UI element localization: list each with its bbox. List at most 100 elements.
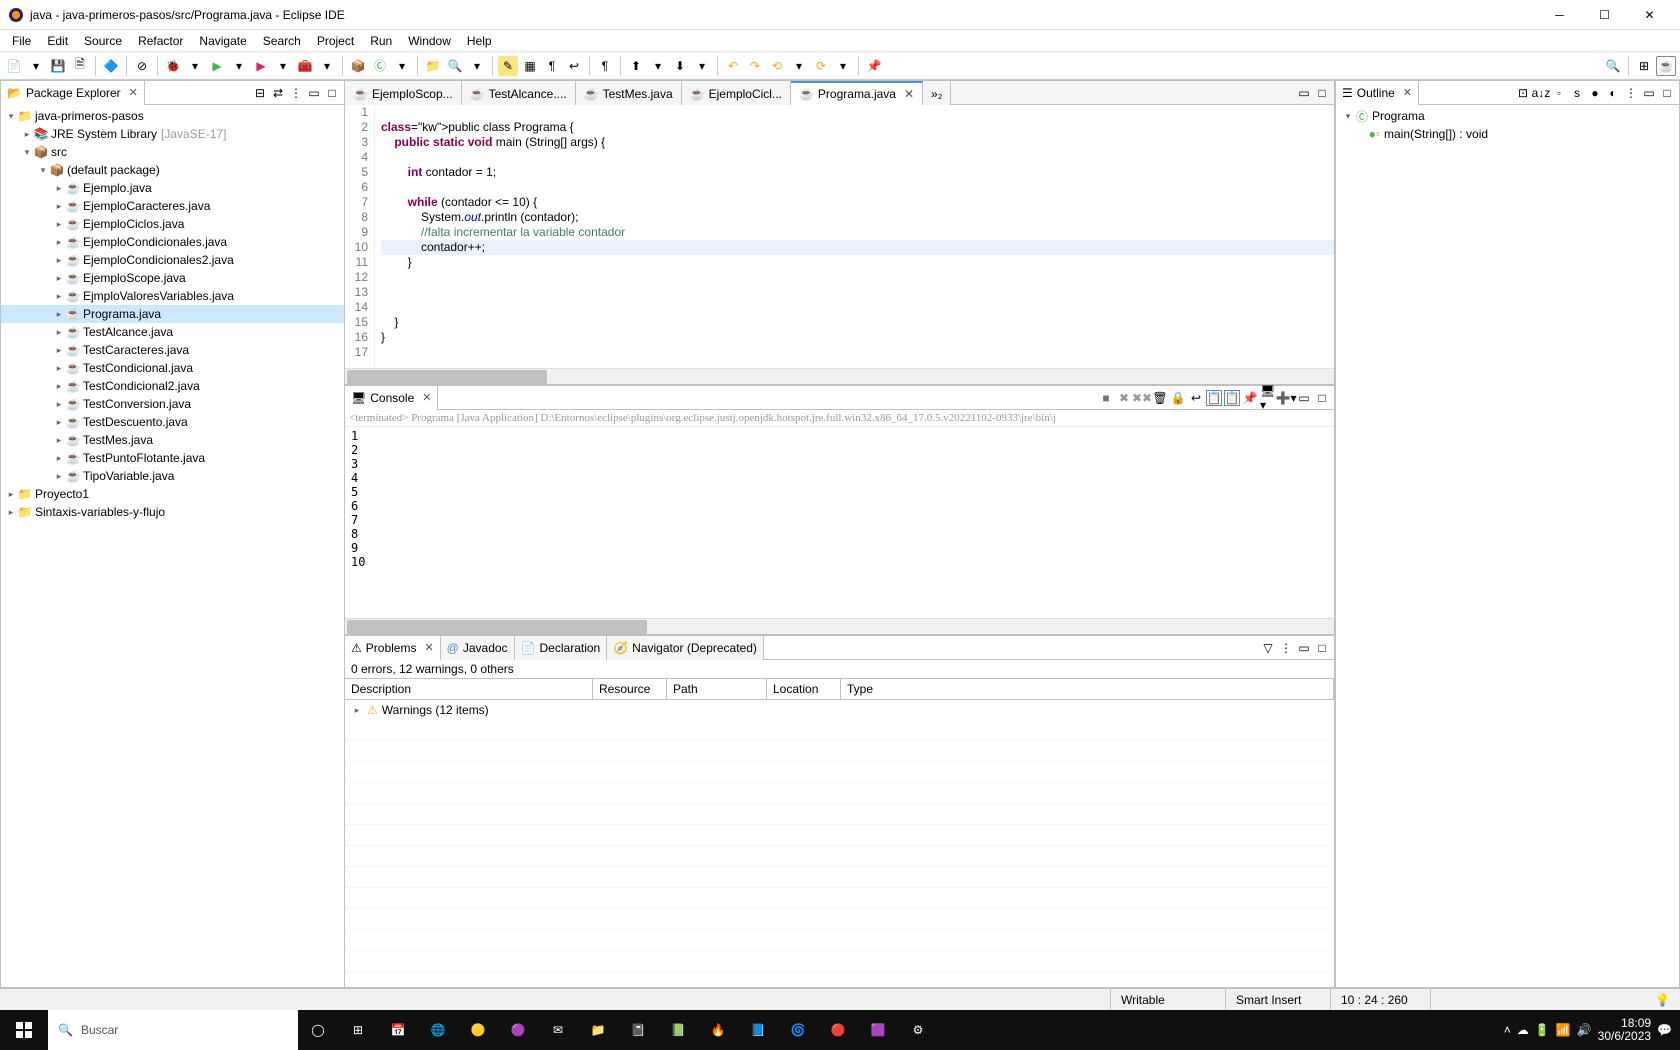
sort-button[interactable]: a↓z — [1533, 85, 1549, 101]
minimize-view-button[interactable]: ▭ — [1296, 640, 1312, 656]
twister-icon[interactable]: ▸ — [5, 489, 17, 500]
col-path[interactable]: Path — [667, 679, 767, 699]
menu-project[interactable]: Project — [309, 32, 362, 50]
editor-tab[interactable]: ☕EjemploScop... — [345, 81, 462, 105]
package-node[interactable]: ▾📦(default package) — [1, 161, 344, 179]
clear-console-button[interactable]: 🗑 — [1152, 390, 1168, 406]
twister-icon[interactable]: ▸ — [53, 417, 65, 428]
project-node[interactable]: ▸📁Sintaxis-variables-y-flujo — [1, 503, 344, 521]
package-explorer-tab[interactable]: 📂 Package Explorer ✕ — [1, 81, 145, 105]
app-icon[interactable]: 🟣 — [498, 1010, 538, 1050]
view-menu-button[interactable]: ⋮ — [1278, 640, 1294, 656]
col-resource[interactable]: Resource — [593, 679, 667, 699]
java-file-node[interactable]: ▸☕Programa.java — [1, 305, 344, 323]
hide-static-button[interactable]: s — [1569, 85, 1585, 101]
toggle-block-button[interactable]: ▦ — [520, 56, 540, 76]
maximize-view-button[interactable]: □ — [324, 85, 340, 101]
editor-scrollbar-h[interactable] — [345, 368, 1334, 384]
system-tray[interactable]: ˄ ☁ 🔋 📶 🔊 18:09 30/6/2023 💬 — [1496, 1017, 1680, 1043]
editor-tab[interactable]: ☕Programa.java✕ — [791, 81, 923, 105]
dropdown-icon[interactable]: ▾ — [185, 56, 205, 76]
display-selected-console-button[interactable]: 🖥▾ — [1260, 390, 1276, 406]
tray-battery-icon[interactable]: 🔋 — [1535, 1023, 1550, 1037]
calendar-icon[interactable]: 📅 — [378, 1010, 418, 1050]
save-all-button[interactable]: 🗎 — [70, 56, 90, 76]
minimize-view-button[interactable]: ▭ — [1296, 85, 1312, 101]
dropdown-icon[interactable]: ▾ — [789, 56, 809, 76]
javadoc-tab[interactable]: @ Javadoc — [441, 636, 515, 660]
last-edit-button[interactable]: ⟲ — [767, 56, 787, 76]
twister-icon[interactable]: ▸ — [53, 453, 65, 464]
run-button[interactable]: ▶ — [207, 56, 227, 76]
java-file-node[interactable]: ▸☕TestAlcance.java — [1, 323, 344, 341]
editor-tab[interactable]: ☕TestAlcance.... — [462, 81, 576, 105]
link-editor-button[interactable]: ⇄ — [270, 85, 286, 101]
tray-notifications-icon[interactable]: 💬 — [1657, 1023, 1672, 1037]
editor-tab[interactable]: ☕EjemploCicl... — [682, 81, 791, 105]
terminate-button[interactable]: ■ — [1098, 390, 1114, 406]
open-console-button[interactable]: ➕▾ — [1278, 390, 1294, 406]
dropdown-icon[interactable]: ▾ — [392, 56, 412, 76]
editor-tab[interactable]: ☕TestMes.java — [576, 81, 682, 105]
nav-forward-button[interactable]: ⟳ — [811, 56, 831, 76]
maximize-view-button[interactable]: □ — [1314, 390, 1330, 406]
menu-file[interactable]: File — [4, 32, 39, 50]
close-icon[interactable]: ✕ — [1403, 86, 1412, 99]
src-node[interactable]: ▾📦src — [1, 143, 344, 161]
coverage-button[interactable]: ▶ — [251, 56, 271, 76]
toggle-word-wrap-button[interactable]: ↩ — [564, 56, 584, 76]
minimize-view-button[interactable]: ▭ — [1641, 85, 1657, 101]
twister-icon[interactable]: ▸ — [53, 309, 65, 320]
twister-icon[interactable]: ▸ — [53, 471, 65, 482]
menu-window[interactable]: Window — [400, 32, 459, 50]
hide-local-button[interactable]: ◐ — [1605, 85, 1621, 101]
twister-icon[interactable]: ▸ — [21, 129, 33, 140]
problems-tab[interactable]: ⚠ Problems ✕ — [345, 636, 441, 660]
expand-icon[interactable]: ▸ — [351, 705, 363, 716]
java-file-node[interactable]: ▸☕TestCaracteres.java — [1, 341, 344, 359]
new-button[interactable]: 📄 — [4, 56, 24, 76]
new-class-button[interactable]: Ⓒ — [370, 56, 390, 76]
close-icon[interactable]: ✕ — [904, 87, 914, 101]
dropdown-icon[interactable]: ▾ — [317, 56, 337, 76]
skip-breakpoints-button[interactable]: ⊘ — [132, 56, 152, 76]
menu-search[interactable]: Search — [255, 32, 309, 50]
col-type[interactable]: Type — [841, 679, 1334, 699]
show-whitespace-button[interactable]: ¶ — [542, 56, 562, 76]
jre-node[interactable]: ▸📚JRE System Library[JavaSE-17] — [1, 125, 344, 143]
minimize-view-button[interactable]: ▭ — [1296, 390, 1312, 406]
menu-run[interactable]: Run — [362, 32, 400, 50]
menu-source[interactable]: Source — [76, 32, 130, 50]
excel-icon[interactable]: 📗 — [658, 1010, 698, 1050]
view-menu-button[interactable]: ⋮ — [1623, 85, 1639, 101]
taskbar-search[interactable]: 🔍 Buscar — [48, 1010, 298, 1050]
close-icon[interactable]: ✕ — [424, 641, 433, 654]
maximize-view-button[interactable]: □ — [1659, 85, 1675, 101]
search-button[interactable]: 🔍 — [445, 56, 465, 76]
twister-icon[interactable]: ▸ — [53, 255, 65, 266]
declaration-tab[interactable]: 📄 Declaration — [515, 636, 608, 660]
tray-onedrive-icon[interactable]: ☁ — [1517, 1023, 1529, 1037]
console-scrollbar-h[interactable] — [345, 618, 1334, 634]
project-node[interactable]: ▾📁java-primeros-pasos — [1, 107, 344, 125]
overflow-tabs[interactable]: »₂ — [923, 81, 951, 105]
tray-wifi-icon[interactable]: 📶 — [1556, 1023, 1571, 1037]
java-file-node[interactable]: ▸☕EjemploCaracteres.java — [1, 197, 344, 215]
steam-icon[interactable]: ⚙ — [898, 1010, 938, 1050]
tray-volume-icon[interactable]: 🔊 — [1577, 1023, 1592, 1037]
hide-fields-button[interactable]: ◦ — [1551, 85, 1567, 101]
pin-editor-button[interactable]: 📌 — [864, 56, 884, 76]
eclipse-taskbar-icon[interactable]: 🟪 — [858, 1010, 898, 1050]
java-file-node[interactable]: ▸☕TestCondicional2.java — [1, 377, 344, 395]
minimize-view-button[interactable]: ▭ — [306, 85, 322, 101]
twister-icon[interactable]: ▸ — [53, 237, 65, 248]
word-icon[interactable]: 📘 — [738, 1010, 778, 1050]
close-button[interactable]: ✕ — [1627, 0, 1672, 30]
twister-icon[interactable]: ▸ — [5, 507, 17, 518]
pilcrow-icon[interactable]: ¶ — [595, 56, 615, 76]
java-file-node[interactable]: ▸☕TestCondicional.java — [1, 359, 344, 377]
open-type-button[interactable]: 🔷 — [101, 56, 121, 76]
word-wrap-button[interactable]: ↩ — [1188, 390, 1204, 406]
dropdown-icon[interactable]: ▾ — [692, 56, 712, 76]
twister-icon[interactable]: ▸ — [53, 201, 65, 212]
